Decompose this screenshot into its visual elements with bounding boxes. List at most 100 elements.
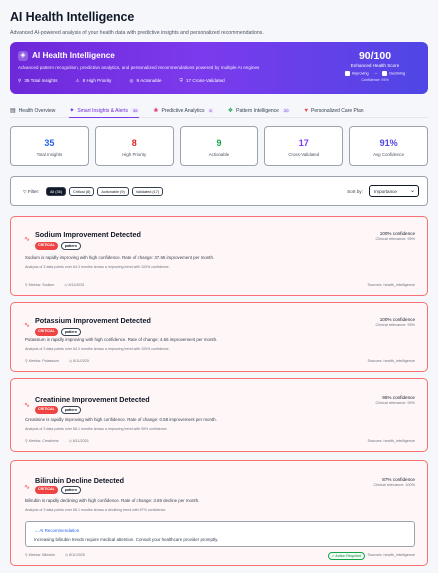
- insight-title: Potassium Improvement Detected: [35, 316, 151, 325]
- recommendation-text: Increasing bilirubin trends require medi…: [34, 537, 219, 542]
- metric-avg-confidence: 91% Avg Confidence: [349, 126, 428, 166]
- clock-icon: ◷: [69, 359, 73, 363]
- insight-description: Sodium is rapidly improving with high co…: [25, 255, 215, 260]
- improving-swatch-icon: [344, 71, 350, 76]
- insight-analysis: Analysis of 3 data points over 64.3 mont…: [25, 265, 170, 269]
- insight-badges: CRITICAL pattern: [35, 328, 81, 336]
- metrics-row: 35 Total Insights 8 High Priority 9 Actiona…: [10, 126, 428, 166]
- filter-icon: ▽: [23, 189, 27, 194]
- insight-badges: CRITICAL pattern: [35, 242, 81, 250]
- filter-bar: ▽ Filter: All (35) Critical (8) Actionab…: [10, 176, 428, 206]
- insight-card[interactable]: ∿ Bilirubin Decline Detected CRITICAL pa…: [10, 460, 428, 566]
- filter-label: ▽ Filter:: [23, 189, 40, 194]
- clock-icon: ◷: [64, 283, 68, 287]
- tag-icon: ⚲: [25, 359, 28, 363]
- insight-title: Bilirubin Decline Detected: [35, 476, 125, 485]
- pulse-icon: ∿: [24, 484, 30, 491]
- sort-label: Sort by:: [347, 189, 363, 194]
- tag-icon: ⚲: [25, 439, 28, 443]
- puzzle-icon: ❖: [227, 108, 234, 114]
- insight-confidence: 95% confidence: [382, 395, 415, 400]
- pattern-badge: pattern: [60, 486, 81, 494]
- brain-icon: ❀: [153, 108, 159, 114]
- tab-health-overview[interactable]: ▤ Health Overview: [10, 104, 55, 117]
- page: AI Health Intelligence Advanced AI-power…: [0, 0, 438, 573]
- filter-chip-actionable[interactable]: Actionable (9): [97, 187, 129, 196]
- tag-icon: ⚲: [25, 553, 28, 557]
- heart-icon: ♥: [304, 107, 308, 114]
- recommendation-title: → AI Recommendation: [34, 528, 80, 533]
- insight-footer: ⚲ Metrics: Bilirubin ◷ 8/11/2025: [25, 553, 85, 557]
- critical-badge: CRITICAL: [35, 406, 58, 414]
- insight-analysis: Analysis of 3 data points over 64.3 mont…: [25, 347, 170, 351]
- brain-icon: ◈: [18, 51, 28, 61]
- insight-description: Bilirubin is rapidly declining with high…: [25, 498, 200, 503]
- hero-description: Advanced pattern recognition, predictive…: [18, 65, 260, 70]
- hero-stat: ⚲ 35 Total Insights: [18, 78, 58, 83]
- shield-icon: ⛨: [179, 78, 183, 83]
- health-score-label: Enhanced Health Score: [350, 63, 400, 68]
- arrow-right-icon: →: [34, 528, 39, 533]
- action-required-badge: ✓ Action Required: [327, 552, 365, 560]
- hero-stat: ⛨ 17 Cross-Validated: [179, 78, 225, 83]
- insight-title: Sodium Improvement Detected: [35, 230, 141, 239]
- pattern-badge: pattern: [60, 328, 81, 336]
- sort-select[interactable]: Importance ⌄: [369, 185, 419, 197]
- chart-icon: ▤: [10, 108, 16, 114]
- insight-card[interactable]: ∿ Potassium Improvement Detected CRITICA…: [10, 302, 428, 372]
- metric-high-priority: 8 High Priority: [94, 126, 174, 166]
- tag-icon: ⚲: [25, 283, 28, 287]
- critical-badge: CRITICAL: [35, 486, 58, 494]
- tab-smart-insights[interactable]: ✦ Smart Insights & Alerts 35: [69, 104, 140, 118]
- tab-care-plan[interactable]: ♥ Personalized Care Plan: [304, 104, 363, 117]
- metric-total-insights: 35 Total Insights: [10, 126, 89, 166]
- metric-cross-validated: 17 Cross-Validated: [264, 126, 344, 166]
- insight-relevance: Clinical relevance: 95%: [375, 323, 415, 327]
- insight-confidence: 100% confidence: [379, 317, 415, 322]
- sparkle-icon: ✦: [69, 108, 75, 114]
- tab-predictive-analytics[interactable]: ❀ Predictive Analytics 6: [153, 104, 214, 117]
- hero-banner: ◈ AI Health Intelligence Advanced patter…: [10, 42, 428, 94]
- insight-confidence: 87% confidence: [382, 477, 415, 482]
- filter-chip-all[interactable]: All (35): [46, 187, 67, 196]
- hero-title: AI Health Intelligence: [32, 51, 115, 60]
- insight-source: Sources: health_intelligence: [367, 553, 416, 557]
- hero-stat: ⚠ 8 High Priority: [75, 78, 112, 83]
- tab-pattern-intelligence[interactable]: ❖ Pattern Intelligence 20: [228, 104, 291, 117]
- insight-badges: CRITICAL pattern: [35, 406, 81, 414]
- ai-recommendation: → AI Recommendation Increasing bilirubin…: [25, 521, 415, 547]
- tab-count: 35: [130, 108, 140, 113]
- insight-card[interactable]: ∿ Sodium Improvement Detected CRITICAL p…: [10, 216, 428, 296]
- insight-card[interactable]: ∿ Creatinine Improvement Detected CRITIC…: [10, 378, 428, 452]
- tab-count: 20: [281, 108, 291, 113]
- insight-relevance: Clinical relevance: 100%: [373, 483, 415, 487]
- insight-relevance: Clinical relevance: 95%: [375, 401, 415, 405]
- health-score: 90/100 Enhanced Health Score Improving →…: [330, 50, 420, 82]
- critical-badge: CRITICAL: [35, 242, 58, 250]
- insight-source: Sources: health_intelligence: [367, 283, 416, 287]
- filter-chip-critical[interactable]: Critical (8): [69, 187, 95, 196]
- health-score-value: 90/100: [358, 50, 392, 62]
- insight-title: Creatinine Improvement Detected: [35, 395, 150, 404]
- insight-analysis: Analysis of 3 data points over 68.1 mont…: [25, 508, 167, 512]
- clock-icon: ◷: [65, 553, 69, 557]
- declining-swatch-icon: [382, 71, 388, 76]
- page-header: AI Health Intelligence Advanced AI-power…: [10, 10, 428, 36]
- insight-source: Sources: health_intelligence: [367, 359, 416, 363]
- clock-icon: ◷: [68, 439, 72, 443]
- bulb-icon: ⚲: [18, 78, 22, 83]
- critical-badge: CRITICAL: [35, 328, 58, 336]
- chevron-down-icon: ⌄: [409, 188, 415, 194]
- hero-stat: ◎ 9 Actionable: [129, 78, 162, 83]
- filter-chips: All (35) Critical (8) Actionable (9) Val…: [46, 187, 164, 196]
- pulse-icon: ∿: [24, 402, 30, 409]
- insight-description: Creatinine is rapidly improving with hig…: [25, 417, 217, 422]
- insight-analysis: Analysis of 3 data points over 68.1 mont…: [25, 427, 168, 431]
- insight-footer: ⚲ Metrics: Sodium ◷ 8/11/2025: [25, 283, 85, 287]
- hero-stats: ⚲ 35 Total Insights ⚠ 8 High Priority ◎ 9 A…: [18, 78, 225, 84]
- tab-bar: ▤ Health Overview ✦ Smart Insights & Alert…: [10, 104, 428, 118]
- alert-icon: ⚠: [75, 78, 80, 83]
- pulse-icon: ∿: [24, 322, 30, 329]
- target-icon: ◎: [129, 78, 134, 83]
- filter-chip-validated[interactable]: Validated (17): [131, 187, 164, 196]
